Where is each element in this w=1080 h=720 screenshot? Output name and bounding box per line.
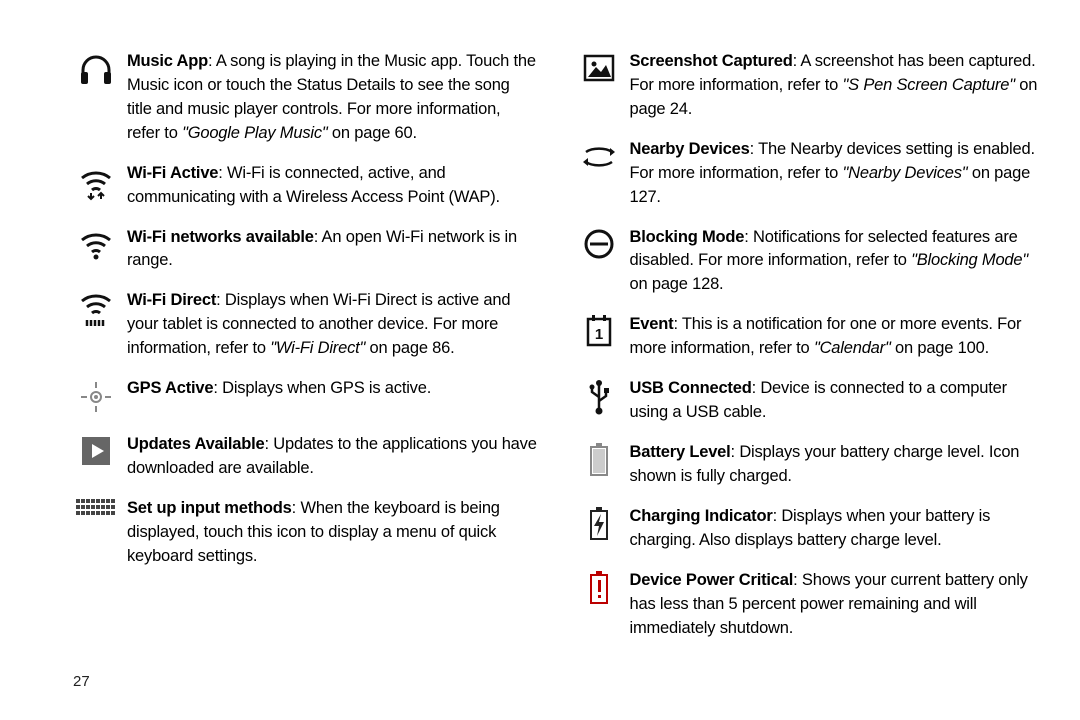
blocking-icon: [568, 226, 630, 262]
entry-title: Screenshot Captured: [630, 52, 793, 70]
entry-text: Updates Available: Updates to the applic…: [127, 433, 538, 481]
entry-text: Set up input methods: When the keyboard …: [127, 497, 538, 569]
entry-text: Music App: A song is playing in the Musi…: [127, 50, 538, 146]
entry-text: Wi-Fi networks available: An open Wi-Fi …: [127, 226, 538, 274]
entry-text: GPS Active: Displays when GPS is active.: [127, 377, 538, 401]
entry-ref-after: on page 60.: [328, 124, 417, 142]
entry-title: Blocking Mode: [630, 228, 745, 246]
updates-icon: [65, 433, 127, 469]
entry-ref: "Blocking Mode": [911, 251, 1028, 269]
entry-text: USB Connected: Device is connected to a …: [630, 377, 1041, 425]
entry-text: Screenshot Captured: A screenshot has be…: [630, 50, 1041, 122]
nearby-icon: [568, 138, 630, 176]
left-entry: Wi-Fi Direct: Displays when Wi-Fi Direct…: [65, 289, 538, 361]
entry-title: Charging Indicator: [630, 507, 773, 525]
entry-ref: "Wi-Fi Direct": [270, 339, 365, 357]
entry-title: Device Power Critical: [630, 571, 794, 589]
wifi-active-icon: [65, 162, 127, 202]
entry-text: Blocking Mode: Notifications for selecte…: [630, 226, 1041, 298]
wifi-available-icon: [65, 226, 127, 266]
manual-page: Music App: A song is playing in the Musi…: [0, 0, 1080, 720]
entry-ref-after: on page 128.: [630, 275, 724, 293]
entry-text: Nearby Devices: The Nearby devices setti…: [630, 138, 1041, 210]
entry-text: Device Power Critical: Shows your curren…: [630, 569, 1041, 641]
entry-title: Updates Available: [127, 435, 265, 453]
entry-title: Battery Level: [630, 443, 731, 461]
event-icon: 1: [568, 313, 630, 349]
right-entry: USB Connected: Device is connected to a …: [568, 377, 1041, 425]
entry-ref-after: on page 86.: [365, 339, 454, 357]
right-entry: Battery Level: Displays your battery cha…: [568, 441, 1041, 489]
entry-title: Music App: [127, 52, 208, 70]
entry-text: Event: This is a notification for one or…: [630, 313, 1041, 361]
entry-desc: : Displays when GPS is active.: [213, 379, 431, 397]
entry-title: Nearby Devices: [630, 140, 750, 158]
right-entry: Device Power Critical: Shows your curren…: [568, 569, 1041, 641]
headphones-icon: [65, 50, 127, 90]
entry-text: Battery Level: Displays your battery cha…: [630, 441, 1041, 489]
entry-title: Event: [630, 315, 674, 333]
entry-ref: "Google Play Music": [182, 124, 327, 142]
gps-icon: [65, 377, 127, 417]
right-entry: Charging Indicator: Displays when your b…: [568, 505, 1041, 553]
entry-title: Set up input methods: [127, 499, 292, 517]
svg-text:1: 1: [594, 326, 602, 343]
entry-text: Wi-Fi Direct: Displays when Wi-Fi Direct…: [127, 289, 538, 361]
left-column: Music App: A song is playing in the Musi…: [65, 50, 538, 690]
right-entry: Screenshot Captured: A screenshot has be…: [568, 50, 1041, 122]
usb-icon: [568, 377, 630, 417]
left-entry: GPS Active: Displays when GPS is active.: [65, 377, 538, 417]
left-entry: Wi-Fi Active: Wi-Fi is connected, active…: [65, 162, 538, 210]
entry-title: USB Connected: [630, 379, 752, 397]
entry-text: Wi-Fi Active: Wi-Fi is connected, active…: [127, 162, 538, 210]
entry-title: Wi-Fi Active: [127, 164, 218, 182]
right-entry: Nearby Devices: The Nearby devices setti…: [568, 138, 1041, 210]
right-entry: 1 Event: This is a notification for one o…: [568, 313, 1041, 361]
right-entry: Blocking Mode: Notifications for selecte…: [568, 226, 1041, 298]
entry-title: GPS Active: [127, 379, 213, 397]
entry-ref: "Nearby Devices": [842, 164, 967, 182]
left-entry: Updates Available: Updates to the applic…: [65, 433, 538, 481]
battery-icon: [568, 441, 630, 479]
entry-ref: "Calendar": [814, 339, 891, 357]
left-entry: Set up input methods: When the keyboard …: [65, 497, 538, 569]
keyboard-icon: [65, 497, 127, 523]
entry-ref-after: on page 100.: [891, 339, 989, 357]
wifi-direct-icon: [65, 289, 127, 329]
screenshot-icon: [568, 50, 630, 86]
entry-title: Wi-Fi networks available: [127, 228, 314, 246]
entry-ref: "S Pen Screen Capture": [842, 76, 1014, 94]
left-entry: Music App: A song is playing in the Musi…: [65, 50, 538, 146]
critical-icon: [568, 569, 630, 607]
entry-text: Charging Indicator: Displays when your b…: [630, 505, 1041, 553]
charging-icon: [568, 505, 630, 543]
page-number: 27: [65, 673, 538, 690]
right-column: Screenshot Captured: A screenshot has be…: [568, 50, 1041, 690]
left-entry: Wi-Fi networks available: An open Wi-Fi …: [65, 226, 538, 274]
entry-title: Wi-Fi Direct: [127, 291, 216, 309]
